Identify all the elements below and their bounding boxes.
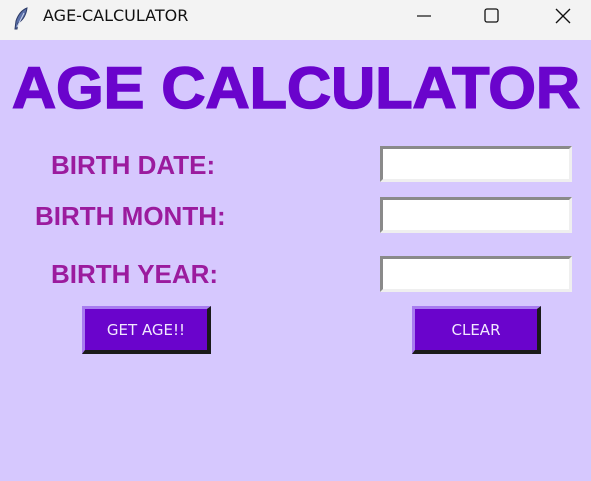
birth-month-input[interactable]	[380, 197, 572, 233]
birth-date-label: BIRTH DATE:	[51, 150, 216, 180]
app-heading-text: AGE CALCULATOR	[12, 58, 580, 121]
window-title: AGE-CALCULATOR	[43, 6, 189, 25]
app-window: AGE-CALCULATOR AGE CALCULATOR BIRTH DATE…	[0, 0, 591, 481]
feather-icon	[12, 7, 30, 31]
maximize-button[interactable]	[468, 0, 514, 32]
birth-year-input[interactable]	[380, 256, 572, 292]
get-age-button[interactable]: GET AGE!!	[82, 306, 211, 354]
birth-month-label: BIRTH MONTH:	[35, 201, 226, 231]
close-button[interactable]	[540, 0, 586, 32]
title-bar[interactable]: AGE-CALCULATOR	[0, 0, 591, 40]
birth-year-label: BIRTH YEAR:	[51, 259, 219, 289]
app-heading: AGE CALCULATOR	[0, 58, 591, 124]
maximize-icon	[484, 8, 499, 23]
minimize-button[interactable]	[401, 0, 447, 32]
birth-date-input[interactable]	[380, 146, 572, 182]
minimize-icon	[417, 15, 431, 17]
close-icon	[555, 8, 571, 24]
clear-button[interactable]: CLEAR	[412, 306, 541, 354]
